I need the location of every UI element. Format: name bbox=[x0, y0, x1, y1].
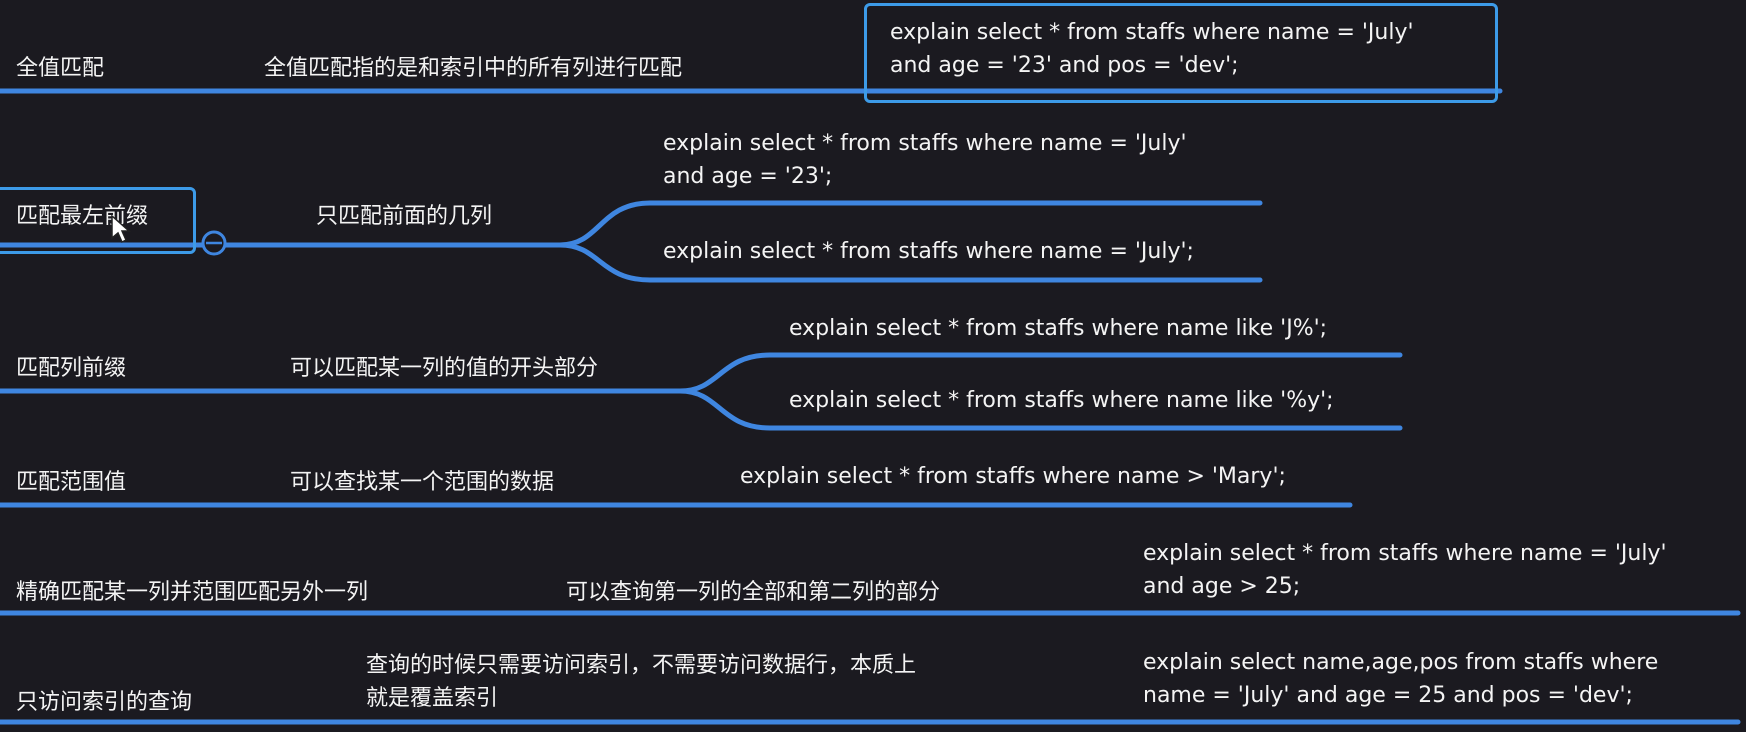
query-leftmost-prefix-1-line-1[interactable]: explain select * from staffs where name … bbox=[663, 127, 1187, 160]
category-column-prefix[interactable]: 匹配列前缀 bbox=[16, 350, 126, 382]
query-leftmost-prefix-1-line-2[interactable]: and age = '23'; bbox=[663, 160, 832, 193]
query-range-value[interactable]: explain select * from staffs where name … bbox=[740, 460, 1286, 493]
mindmap-connectors bbox=[0, 88, 1741, 725]
query-column-prefix-1[interactable]: explain select * from staffs where name … bbox=[789, 312, 1327, 345]
category-exact-range[interactable]: 精确匹配某一列并范围匹配另外一列 bbox=[16, 574, 368, 606]
description-exact-range[interactable]: 可以查询第一列的全部和第二列的部分 bbox=[566, 574, 940, 606]
query-exact-range-line-2[interactable]: and age > 25; bbox=[1143, 570, 1300, 603]
query-column-prefix-2[interactable]: explain select * from staffs where name … bbox=[789, 384, 1334, 417]
query-leftmost-prefix-2[interactable]: explain select * from staffs where name … bbox=[663, 235, 1194, 268]
description-full-value-match[interactable]: 全值匹配指的是和索引中的所有列进行匹配 bbox=[264, 50, 682, 82]
mouse-cursor-icon bbox=[111, 214, 131, 244]
description-range-value[interactable]: 可以查找某一个范围的数据 bbox=[290, 464, 554, 496]
category-full-value-match[interactable]: 全值匹配 bbox=[16, 50, 104, 82]
query-exact-range-line-1[interactable]: explain select * from staffs where name … bbox=[1143, 537, 1667, 570]
query-full-value-match-line-1[interactable]: explain select * from staffs where name … bbox=[890, 16, 1414, 49]
description-index-only-line-2[interactable]: 就是覆盖索引 bbox=[366, 680, 498, 712]
query-index-only-line-2[interactable]: name = 'July' and age = 25 and pos = 'de… bbox=[1143, 679, 1633, 712]
description-index-only-line-1[interactable]: 查询的时候只需要访问索引，不需要访问数据行，本质上 bbox=[366, 647, 916, 679]
category-index-only[interactable]: 只访问索引的查询 bbox=[16, 684, 192, 716]
query-index-only-line-1[interactable]: explain select name,age,pos from staffs … bbox=[1143, 646, 1658, 679]
category-range-value[interactable]: 匹配范围值 bbox=[16, 464, 126, 496]
description-column-prefix[interactable]: 可以匹配某一列的值的开头部分 bbox=[290, 350, 598, 382]
description-leftmost-prefix[interactable]: 只匹配前面的几列 bbox=[316, 198, 492, 230]
query-full-value-match-line-2[interactable]: and age = '23' and pos = 'dev'; bbox=[890, 49, 1239, 82]
